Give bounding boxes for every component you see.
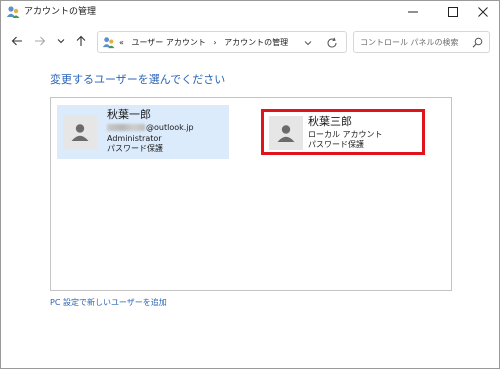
breadcrumb: « ユーザー アカウント › アカウントの管理 [119,36,293,49]
forward-button[interactable] [32,33,48,49]
forward-arrow-icon [35,36,46,46]
user-avatar-icon [277,125,295,142]
up-arrow-icon [76,35,86,46]
minimize-button[interactable] [399,1,427,23]
back-arrow-icon [11,36,22,46]
breadcrumb-separator: › [213,38,217,47]
account-name: 秋葉一郎 [107,108,151,121]
avatar [63,115,97,149]
window-title: アカウントの管理 [24,7,97,17]
account-protection: パスワード保護 [107,144,163,153]
recent-locations-button[interactable] [53,33,69,49]
title-bar: アカウントの管理 [1,1,499,23]
maximize-button[interactable] [439,1,467,23]
chevron-down-icon[interactable] [302,37,314,49]
account-tile-2[interactable]: 秋葉三郎 ローカル アカウント パスワード保護 [261,109,425,155]
accounts-panel: 秋葉一郎 @outlook.jp Administrator パスワード保護 秋… [50,97,452,291]
avatar [269,116,303,150]
navigation-bar: « ユーザー アカウント › アカウントの管理 コントロール パネルの検索 [1,27,499,57]
account-type: ローカル アカウント [308,130,383,139]
search-icon [472,37,483,48]
close-button[interactable] [469,1,497,23]
account-management-window: アカウントの管理 « ユーザー アカウント › アカウントの管理 コントロール … [0,0,500,369]
user-accounts-icon [6,6,20,18]
add-user-link[interactable]: PC 設定で新しいユーザーを追加 [50,298,167,308]
address-bar[interactable]: « ユーザー アカウント › アカウントの管理 [97,31,347,53]
page-heading: 変更するユーザーを選んでください [50,73,226,86]
account-role: Administrator [107,134,162,143]
redacted-email [107,124,145,131]
breadcrumb-overflow[interactable]: « [119,38,124,47]
account-name: 秋葉三郎 [308,115,352,128]
user-accounts-icon [102,37,115,49]
breadcrumb-user-accounts[interactable]: ユーザー アカウント [131,38,205,47]
search-placeholder: コントロール パネルの検索 [360,38,459,47]
account-email: @outlook.jp [107,123,194,133]
close-icon [478,7,488,17]
minimize-icon [408,11,418,13]
user-avatar-icon [71,124,89,141]
search-box[interactable]: コントロール パネルの検索 [353,31,490,53]
account-protection: パスワード保護 [308,140,364,149]
recent-dropdown-icon [57,39,65,44]
account-tile-1[interactable]: 秋葉一郎 @outlook.jp Administrator パスワード保護 [57,105,229,159]
maximize-icon [448,7,458,17]
up-button[interactable] [73,33,89,49]
refresh-icon[interactable] [325,36,339,50]
back-button[interactable] [9,33,25,49]
email-domain: @outlook.jp [146,123,194,132]
breadcrumb-manage-accounts[interactable]: アカウントの管理 [224,38,288,47]
